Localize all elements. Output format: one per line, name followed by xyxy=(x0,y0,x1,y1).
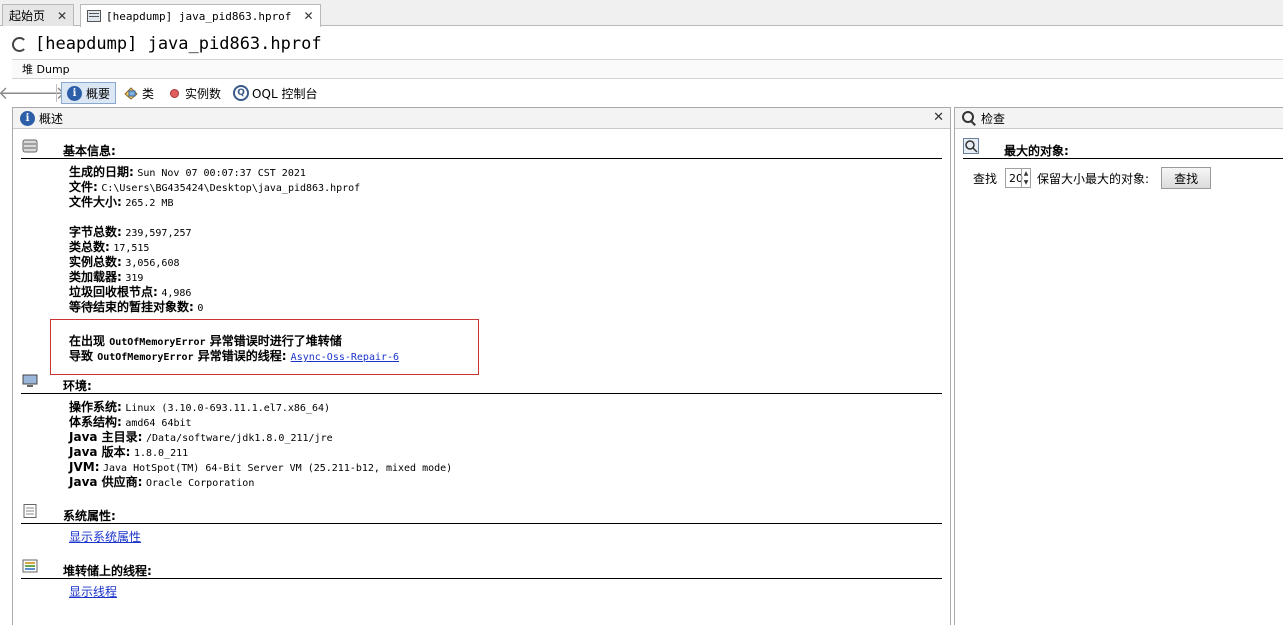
env-row-jvm: JVM: Java HotSpot(TM) 64-Bit Server VM (… xyxy=(69,460,453,474)
document-icon xyxy=(23,504,37,518)
show-system-properties-link[interactable]: 显示系统属性 xyxy=(69,530,141,544)
oql-icon: Q xyxy=(233,85,250,101)
editor-tabbar: 起始页 ✕ [heapdump] java_pid863.hprof ✕ xyxy=(0,0,1283,27)
classes-label: 类 xyxy=(142,86,155,101)
system-properties-heading: 系统属性: xyxy=(63,509,116,523)
heap-threads-heading: 堆转储上的线程: xyxy=(63,564,152,578)
summary-button[interactable]: i 概要 xyxy=(61,82,117,104)
loading-spinner-icon xyxy=(12,36,27,52)
divider xyxy=(21,158,942,159)
search-icon xyxy=(962,111,976,125)
env-row-java-vendor: Java 供应商: Oracle Corporation xyxy=(69,475,255,489)
largest-objects-heading: 最大的对象: xyxy=(1004,144,1069,158)
env-row-arch: 体系结构: amd64 64bit xyxy=(69,415,192,429)
info-row-file: 文件: C:\Users\BG435424\Desktop\java_pid86… xyxy=(69,180,361,194)
database-icon xyxy=(22,139,38,153)
info-row-classloaders: 类加载器: 319 xyxy=(69,270,144,284)
instances-label: 实例数 xyxy=(185,86,222,101)
document-title-bar: [heapdump] java_pid863.hprof xyxy=(12,32,322,56)
stepper-arrows-icon[interactable]: ▲ ▼ xyxy=(1021,169,1030,187)
info-icon: i xyxy=(20,110,35,126)
info-row-date: 生成的日期: Sun Nov 07 00:07:37 CST 2021 xyxy=(69,165,306,179)
divider xyxy=(21,393,942,394)
info-row-pending: 等待结束的暂挂对象数: 0 xyxy=(69,300,204,314)
basic-info-heading: 基本信息: xyxy=(63,144,116,158)
divider xyxy=(963,158,1283,159)
info-row-size: 文件大小: 265.2 MB xyxy=(69,195,174,209)
forward-arrow-icon[interactable]: 🡒 xyxy=(18,83,66,104)
heapdump-tab-icon xyxy=(87,10,101,22)
retain-label: 保留大小最大的对象: xyxy=(1037,171,1150,186)
subtab-heap-dump[interactable]: 堆 Dump xyxy=(12,59,1283,79)
close-icon[interactable]: ✕ xyxy=(303,9,313,23)
tab-heapdump[interactable]: [heapdump] java_pid863.hprof ✕ xyxy=(80,4,321,27)
inspect-panel: 检查 最大的对象: 查找 20 ▲ ▼ 保留大小最大的对象: 查找 xyxy=(954,107,1283,625)
oql-console-button[interactable]: Q OQL 控制台 xyxy=(228,82,322,104)
env-row-java-home: Java 主目录: /Data/software/jdk1.8.0_211/jr… xyxy=(69,430,333,444)
info-icon: i xyxy=(67,85,82,101)
tab-label: 起始页 xyxy=(9,9,46,23)
summary-label: 概要 xyxy=(86,86,111,101)
info-row-bytes: 字节总数: 239,597,257 xyxy=(69,225,192,239)
find-button[interactable]: 查找 xyxy=(1161,167,1212,189)
panel-title: 检查 xyxy=(981,111,1006,126)
info-row-instances: 实例总数: 3,056,608 xyxy=(69,255,180,269)
show-threads-link[interactable]: 显示线程 xyxy=(69,585,117,599)
env-row-java-version: Java 版本: 1.8.0_211 xyxy=(69,445,189,459)
search-icon xyxy=(963,138,979,154)
view-toolbar: 🡐 🡒 i 概要 类 实例数 Q OQL 控制台 xyxy=(0,81,324,105)
info-row-gc-roots: 垃圾回收根节点: 4,986 xyxy=(69,285,192,299)
oom-highlight-box: 在出现 OutOfMemoryError 异常错误时进行了堆转储 导致 OutO… xyxy=(50,319,479,375)
class-icon xyxy=(124,87,138,100)
overview-panel-header: i 概述 ✕ xyxy=(13,108,950,129)
classes-button[interactable]: 类 xyxy=(118,82,159,104)
threads-icon xyxy=(22,559,38,573)
find-label: 查找 xyxy=(973,171,998,186)
toolbar-separator xyxy=(56,84,57,102)
show-system-properties-link-row: 显示系统属性 xyxy=(69,530,141,545)
close-icon[interactable]: ✕ xyxy=(933,110,944,125)
instance-dot-icon xyxy=(170,88,180,98)
instances-button[interactable]: 实例数 xyxy=(161,82,226,104)
tab-label: [heapdump] java_pid863.hprof xyxy=(106,9,292,23)
panel-title: 概述 xyxy=(39,111,64,126)
find-largest-row: 查找 20 ▲ ▼ 保留大小最大的对象: 查找 xyxy=(973,167,1212,189)
oql-label: OQL 控制台 xyxy=(252,86,318,101)
environment-heading: 环境: xyxy=(63,379,92,393)
env-row-os: 操作系统: Linux (3.10.0-693.11.1.el7.x86_64) xyxy=(69,400,331,414)
divider xyxy=(21,523,942,524)
divider xyxy=(21,578,942,579)
show-threads-link-row: 显示线程 xyxy=(69,585,117,600)
count-stepper[interactable]: 20 ▲ ▼ xyxy=(1005,168,1032,188)
computer-icon xyxy=(22,374,38,387)
oom-thread-message: 导致 OutOfMemoryError 异常错误的线程: Async-Oss-R… xyxy=(69,349,400,363)
tab-start-page[interactable]: 起始页 ✕ xyxy=(2,4,75,26)
info-row-classes: 类总数: 17,515 xyxy=(69,240,150,254)
subtab-label: 堆 Dump xyxy=(22,63,70,76)
overview-panel: i 概述 ✕ 基本信息: 生成的日期: Sun Nov 07 00:07:37 … xyxy=(12,107,951,625)
oom-thread-link[interactable]: Async-Oss-Repair-6 xyxy=(291,352,399,363)
inspect-panel-header: 检查 xyxy=(955,108,1283,129)
page-title: [heapdump] java_pid863.hprof xyxy=(35,34,322,54)
close-icon[interactable]: ✕ xyxy=(57,9,67,23)
